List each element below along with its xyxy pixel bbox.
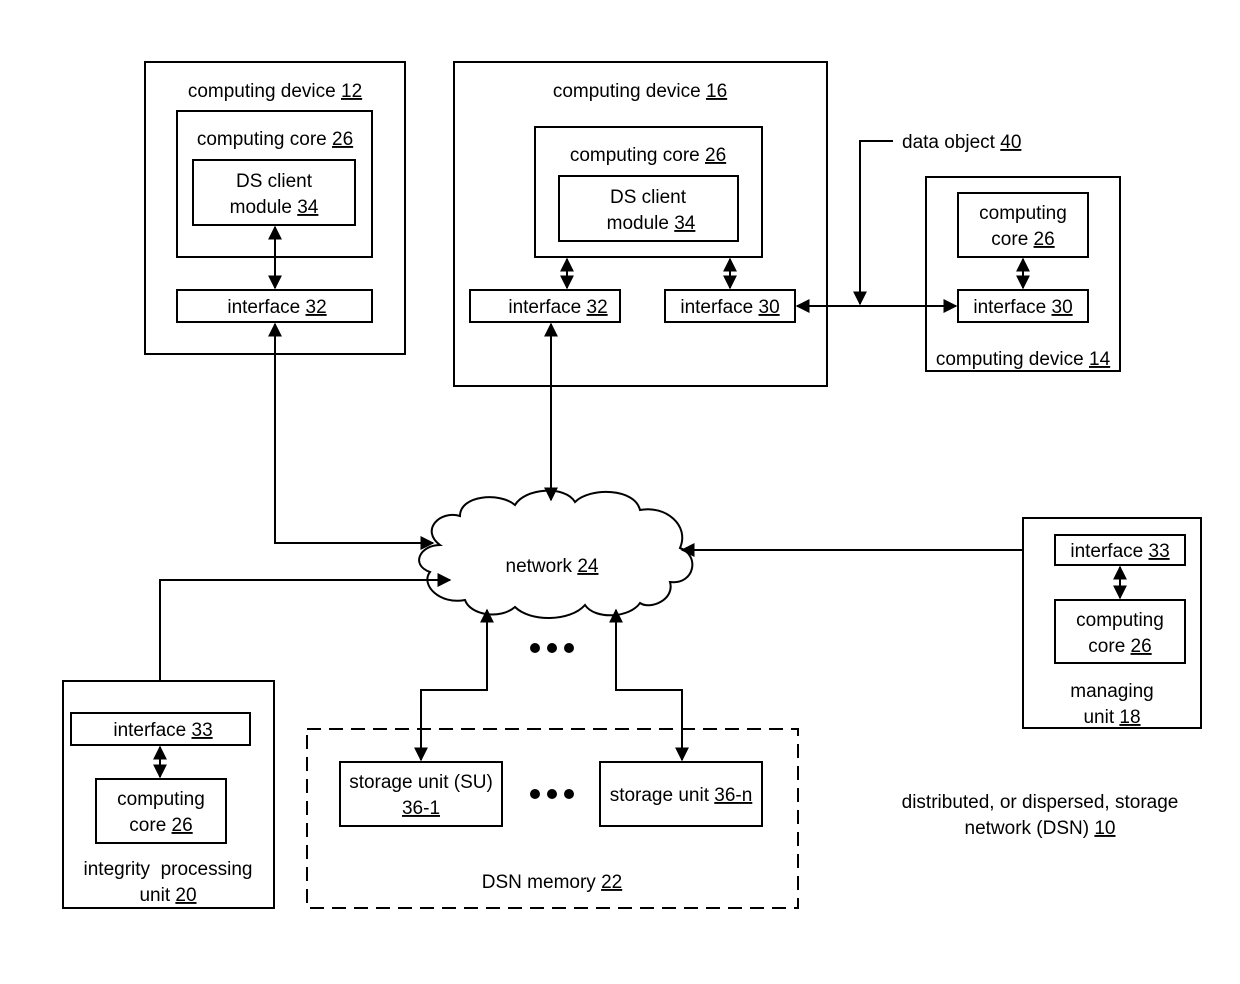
network-24: network 24 [418, 489, 694, 619]
interface-33-label: interface 33 [113, 720, 212, 741]
computing-core-line2: core 26 [1088, 636, 1151, 657]
managing-unit-18: interface 33 computing core 26 managing … [1022, 517, 1202, 729]
ds-client-module-line1: DS client [610, 187, 687, 208]
interface-30-label: interface 30 [680, 297, 779, 318]
data-object-pointer [853, 140, 893, 306]
computing-core-label: computing core 26 [197, 129, 353, 150]
ds-client-module-line2: module 34 [230, 197, 319, 218]
storage-unit-36-n-label: storage unit 36-n [610, 785, 753, 806]
storage-units-ellipsis [530, 789, 574, 799]
diagram-title-line1: distributed, or dispersed, storage [902, 792, 1179, 813]
dsn-memory-label: DSN memory 22 [482, 872, 622, 893]
computing-core-line2: core 26 [991, 229, 1054, 250]
storage-unit-36-1-line1: storage unit (SU) [349, 772, 493, 793]
network-cloud-shape [418, 489, 694, 619]
interface-32-label: interface 32 [227, 297, 326, 318]
ds-client-module-line2: module 34 [607, 213, 696, 234]
computing-device-12-label: computing device 12 [188, 81, 362, 102]
computing-device-16-label: computing device 16 [553, 81, 727, 102]
network-su1-link [414, 608, 494, 762]
interface-33-label: interface 33 [1070, 541, 1169, 562]
managing-unit-line1: managing [1070, 681, 1153, 702]
integrity-unit-line2: unit 20 [139, 885, 196, 906]
computing-device-14-label: computing device 14 [936, 349, 1111, 370]
computing-core-line1: computing [979, 203, 1067, 224]
computing-core-line1: computing [117, 789, 205, 810]
computing-core-line1: computing [1076, 610, 1164, 631]
diagram-title-line2: network (DSN) 10 [965, 818, 1116, 839]
integrity-processing-unit-20: interface 33 computing core 26 integrity… [62, 680, 275, 909]
dsn-memory-22: storage unit (SU) 36-1 storage unit 36-n… [306, 728, 799, 909]
computing-device-12: computing device 12 computing core 26 DS… [144, 61, 406, 355]
computing-device-16: computing device 16 computing core 26 DS… [453, 61, 828, 387]
computing-device-14: computing core 26 interface 30 computing… [925, 176, 1121, 372]
interface-30-label: interface 30 [973, 297, 1072, 318]
network-ellipsis [530, 643, 574, 653]
integrity-unit-line1: integrity processing [84, 859, 253, 880]
storage-unit-36-1-ref: 36-1 [402, 798, 440, 819]
interface-32-label: interface 32 [508, 297, 607, 318]
computing-core-label: computing core 26 [570, 145, 726, 166]
network-sun-link [609, 608, 689, 762]
ds-client-module-line1: DS client [236, 171, 313, 192]
managing-unit-line2: unit 18 [1083, 707, 1140, 728]
data-object-label: data object 40 [902, 132, 1021, 153]
device12-network-link [268, 322, 435, 550]
computing-core-line2: core 26 [129, 815, 192, 836]
dsn-diagram: computing device 12 computing core 26 DS… [62, 61, 1202, 909]
network-label: network 24 [506, 556, 599, 577]
